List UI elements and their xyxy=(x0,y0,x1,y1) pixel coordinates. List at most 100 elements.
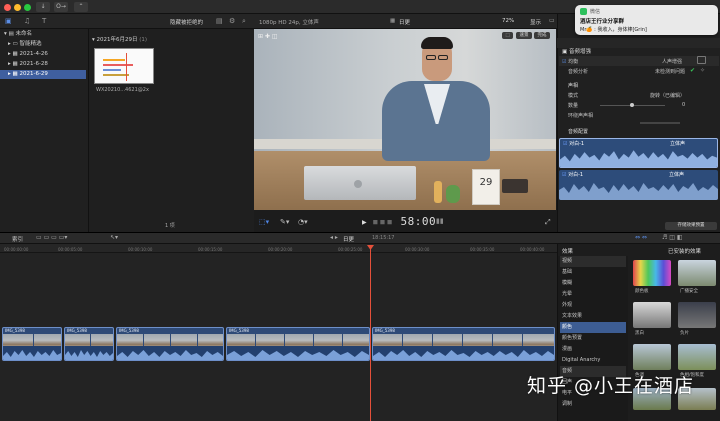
effect-category[interactable]: 颜色 xyxy=(560,322,626,333)
ruler-tick: 00:00:10:00 xyxy=(128,247,153,252)
timeline-clip[interactable]: IMG_5398 xyxy=(226,327,370,361)
effect-category[interactable]: 漫画 xyxy=(560,344,626,355)
keywords-button[interactable]: O→ xyxy=(54,2,68,12)
eq-popup[interactable]: 人声增强 xyxy=(662,58,682,65)
effect-tile-label: 负片 xyxy=(680,331,689,336)
effect-tile[interactable] xyxy=(678,344,716,370)
sidebar-item-event-0628[interactable]: ▸ ▦ 2021-6-28 xyxy=(8,60,48,69)
watermark: 知乎 @小王在酒店 xyxy=(527,375,695,397)
viewer-options-icon[interactable]: ▭ xyxy=(549,17,555,24)
effect-tile[interactable] xyxy=(633,302,671,328)
effect-category[interactable]: Digital Anarchy xyxy=(560,355,626,366)
minimize-window-button[interactable] xyxy=(14,3,21,11)
index-button[interactable]: 索引 xyxy=(12,235,23,243)
crop-icon[interactable]: ⬚ xyxy=(502,32,513,39)
speed-icon[interactable]: ◔▾ xyxy=(298,218,308,226)
sidebar-item-event-0426[interactable]: ▸ ▦ 2021-4-26 xyxy=(8,50,48,59)
amount-slider-knob[interactable] xyxy=(630,103,634,107)
check-icon: ✔ xyxy=(690,67,696,74)
done-button[interactable]: 完成 xyxy=(534,32,550,39)
effect-tile[interactable] xyxy=(678,302,716,328)
search-icon[interactable]: ⌕ xyxy=(242,14,246,29)
effect-category[interactable]: 光晕 xyxy=(560,289,626,300)
clip-thumbnail[interactable] xyxy=(94,48,154,84)
background-tasks-button[interactable]: ⌃ xyxy=(74,2,88,12)
effect-tile-label: 颜色板 xyxy=(635,289,649,294)
timeline-clip[interactable]: IMG_5398 xyxy=(116,327,224,361)
enhance-icon[interactable]: ✎▾ xyxy=(280,218,289,226)
eq-graph-icon[interactable] xyxy=(697,56,706,64)
timeline-project-name[interactable]: 日更 xyxy=(343,235,354,243)
effect-category[interactable]: 文本效果 xyxy=(560,311,626,322)
section-audio-enhance[interactable]: ▣ 音频增强 xyxy=(562,47,591,55)
effect-tile[interactable] xyxy=(678,260,716,286)
library-root[interactable]: ▾ ▤ 未命名 xyxy=(4,30,32,39)
effect-tile-label: 黑白 xyxy=(635,331,644,336)
import-button[interactable]: ↓ xyxy=(36,2,50,12)
video-frame[interactable]: 29 xyxy=(254,29,556,210)
amount-value[interactable]: 0 xyxy=(682,102,685,108)
history-icon[interactable]: ◂ ▸ xyxy=(330,234,338,241)
save-preset-button[interactable]: 存储效果预置 xyxy=(665,222,717,230)
select-tool-icon[interactable]: ⬚▾ xyxy=(259,218,269,226)
timeline-duration: 18:15:17 xyxy=(372,235,395,241)
section-pan[interactable]: 声相 xyxy=(568,82,578,89)
display-popup[interactable]: 显示 xyxy=(530,18,541,26)
effect-category[interactable]: 模糊 xyxy=(560,278,626,289)
photos-audio-icon[interactable]: ♫ xyxy=(24,14,30,29)
libraries-icon[interactable]: ▣ xyxy=(5,14,12,29)
effect-tile-label: 广播安全 xyxy=(680,289,698,294)
timeline-clip[interactable]: IMG_5398 xyxy=(372,327,555,361)
installed-effects-label[interactable]: 已安装的效果 xyxy=(668,247,701,255)
effect-category[interactable]: 外观 xyxy=(560,300,626,311)
audio-component-2[interactable]: ☑ 对白-1 立体声 xyxy=(559,170,718,200)
timeline-clip[interactable]: IMG_5398 xyxy=(2,327,62,361)
clip-appearance-icon[interactable]: ▤ xyxy=(216,14,223,29)
notification-banner[interactable]: 微信 酒店王行业分享群 Mr🍊 : 我收入，身体棒[Grin] xyxy=(575,5,718,35)
audio-meter-icon[interactable]: ▮▮ xyxy=(436,217,444,225)
date-group-header[interactable]: ▾ 2021年6月29日 (1) xyxy=(92,35,147,43)
fullscreen-icon[interactable]: ⤢ xyxy=(545,218,551,227)
sidebar-item-event-0629[interactable]: ▸ ▦ 2021-6-29 xyxy=(0,70,86,79)
effect-tile[interactable] xyxy=(633,344,671,370)
magic-icon[interactable]: ✧ xyxy=(700,67,705,74)
edit-buttons-icon[interactable]: ▭ ▭ ▭ ▭▾ xyxy=(36,234,67,241)
view-options-icon[interactable]: ⚙ xyxy=(229,14,235,29)
section-audio-config[interactable]: 音频配置 xyxy=(568,128,588,135)
component-2-mode[interactable]: 立体声 xyxy=(669,171,684,178)
headphones-icon[interactable]: ♬ ◫ ◧ xyxy=(662,234,683,241)
audio-component-1[interactable]: ☑ 对白-1 立体声 xyxy=(559,138,718,168)
notification-app: 微信 xyxy=(590,9,601,15)
effect-category[interactable]: 视频 xyxy=(560,256,626,267)
ruler-tick: 00:00:30:00 xyxy=(405,247,430,252)
effect-category[interactable]: 基础 xyxy=(560,267,626,278)
mode-popup[interactable]: 旋转（已编辑） xyxy=(650,92,685,99)
timeline-toolbar xyxy=(0,232,720,244)
clip-label: IMG_5398 xyxy=(229,328,249,333)
play-button[interactable]: ▶ xyxy=(362,219,367,226)
browser-panel xyxy=(88,14,254,232)
filter-popup[interactable]: 隐藏被拒绝的 xyxy=(170,18,203,26)
effect-category[interactable]: 调制 xyxy=(560,399,626,410)
ruler-tick: 00:00:00:00 xyxy=(4,247,29,252)
viewer-project-name: 日更 xyxy=(399,20,411,26)
playhead[interactable] xyxy=(370,245,371,421)
transform-icon[interactable]: ⊞ ✚ ◫ xyxy=(258,33,278,40)
zoom-window-button[interactable] xyxy=(24,3,31,11)
arrow-tool-icon[interactable]: ↖▾ xyxy=(110,234,118,241)
component-1-mode[interactable]: 立体声 xyxy=(670,140,685,147)
effects-header: 效果 xyxy=(562,249,574,255)
effect-category[interactable]: 颜色预置 xyxy=(560,333,626,344)
titles-generators-icon[interactable]: T xyxy=(42,14,46,29)
ruler-tick: 00:00:35:00 xyxy=(470,247,495,252)
effect-tile[interactable] xyxy=(633,260,671,286)
close-window-button[interactable] xyxy=(4,3,11,11)
zoom-popup[interactable]: 72% xyxy=(502,18,514,24)
timeline-view-icons[interactable]: ⇔ ⇔ xyxy=(635,234,647,241)
eq-label: ☑ 均衡 xyxy=(562,59,579,65)
viewer-badge-left[interactable]: 速景 xyxy=(516,32,532,39)
sidebar-item-smart[interactable]: ▸ ▭ 智能精选 xyxy=(8,40,41,49)
component-1-name: ☑ 对白-1 xyxy=(563,141,585,147)
timeline-clip[interactable]: IMG_5398 xyxy=(64,327,114,361)
ruler-tick: 00:00:05:00 xyxy=(58,247,83,252)
